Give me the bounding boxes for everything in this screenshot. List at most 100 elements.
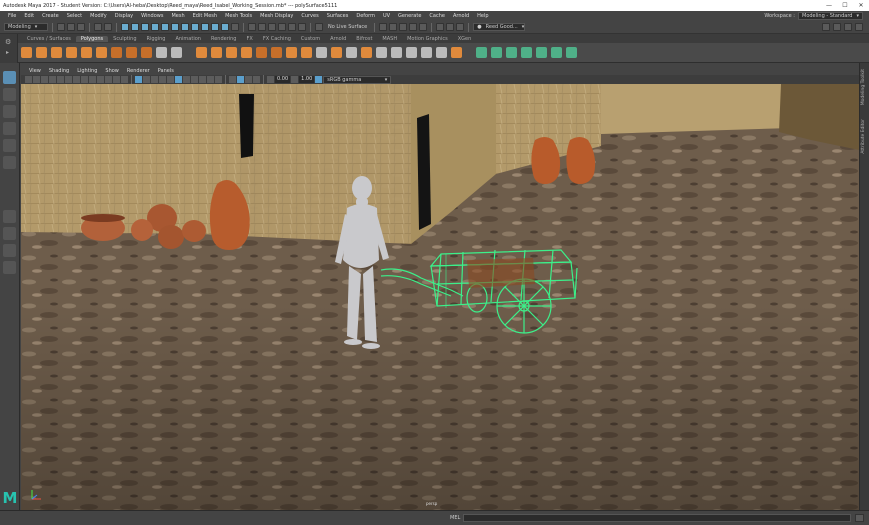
select-curve-icon[interactable]	[201, 23, 209, 31]
select-face-icon[interactable]	[171, 23, 179, 31]
toggle-modeling-toolkit-icon[interactable]	[822, 23, 830, 31]
paint-select-tool-icon[interactable]	[3, 105, 16, 118]
menu-display[interactable]: Display	[111, 13, 137, 19]
new-scene-icon[interactable]	[57, 23, 65, 31]
uv-toolkit-icon[interactable]	[551, 47, 562, 58]
image-plane-icon[interactable]	[49, 76, 56, 83]
cylindrical-map-icon[interactable]	[491, 47, 502, 58]
poly-disc-icon[interactable]	[111, 47, 122, 58]
film-gate-icon[interactable]	[81, 76, 88, 83]
snap-point-icon[interactable]	[268, 23, 276, 31]
xray-joints-icon[interactable]	[245, 76, 252, 83]
spherical-map-icon[interactable]	[506, 47, 517, 58]
menu-surfaces[interactable]: Surfaces	[323, 13, 353, 19]
menu-mesh[interactable]: Mesh	[167, 13, 188, 19]
rotate-tool-icon[interactable]	[3, 139, 16, 152]
render-view-icon[interactable]	[389, 23, 398, 31]
depth-of-field-icon[interactable]	[215, 76, 222, 83]
workspace-dropdown[interactable]: Modeling - Standard ▾	[798, 12, 863, 20]
mel-label[interactable]: MEL	[450, 515, 460, 521]
select-component-icon[interactable]	[141, 23, 149, 31]
exposure-field[interactable]: 0.00	[275, 76, 291, 83]
select-vertex-icon[interactable]	[151, 23, 159, 31]
render-settings-icon[interactable]	[409, 23, 418, 31]
pause-icon[interactable]	[456, 23, 465, 31]
close-button[interactable]: ✕	[853, 2, 869, 9]
shelf-tab-fx[interactable]: FX	[242, 36, 258, 42]
redo-icon[interactable]	[104, 23, 112, 31]
shelf-tab-custom[interactable]: Custom	[296, 36, 325, 42]
menu-arnold[interactable]: Arnold	[449, 13, 473, 19]
uv-editor-icon[interactable]	[536, 47, 547, 58]
ipr-render-icon[interactable]	[399, 23, 408, 31]
wireframe-on-shaded-icon[interactable]	[159, 76, 166, 83]
fill-hole-icon[interactable]	[421, 47, 432, 58]
color-management-icon[interactable]	[315, 76, 323, 83]
shelf-tab-fx-caching[interactable]: FX Caching	[258, 36, 296, 42]
maximize-button[interactable]: ☐	[837, 2, 853, 9]
combine-icon[interactable]	[196, 47, 207, 58]
panel-menu-view[interactable]: View	[25, 68, 45, 74]
panel-menu-show[interactable]: Show	[101, 68, 123, 74]
mirror-icon[interactable]	[286, 47, 297, 58]
snap-curve-icon[interactable]	[258, 23, 266, 31]
select-shell-icon[interactable]	[191, 23, 199, 31]
xray-icon[interactable]	[237, 76, 244, 83]
menu-windows[interactable]: Windows	[137, 13, 167, 19]
isolate-select-icon[interactable]	[229, 76, 236, 83]
outliner-layout-icon[interactable]	[3, 261, 16, 274]
menu-generate[interactable]: Generate	[394, 13, 425, 19]
shelf-tab-rigging[interactable]: Rigging	[142, 36, 171, 42]
planar-map-icon[interactable]	[476, 47, 487, 58]
separate-icon[interactable]	[211, 47, 222, 58]
poly-cube-icon[interactable]	[36, 47, 47, 58]
hypershade-icon[interactable]	[419, 23, 428, 31]
shelf-tab-rendering[interactable]: Rendering	[206, 36, 242, 42]
shelf-tab-polygons[interactable]: Polygons	[75, 35, 109, 42]
menu-curves[interactable]: Curves	[297, 13, 322, 19]
extrude-icon[interactable]	[316, 47, 327, 58]
average-icon[interactable]	[271, 47, 282, 58]
user-account-dropdown[interactable]: ● Reed Good... ▾	[473, 23, 526, 31]
snap-grid-icon[interactable]	[248, 23, 256, 31]
open-scene-icon[interactable]	[67, 23, 75, 31]
poly-pyramid-icon[interactable]	[141, 47, 152, 58]
undo-icon[interactable]	[94, 23, 102, 31]
poly-torus-icon[interactable]	[81, 47, 92, 58]
menu-mesh-tools[interactable]: Mesh Tools	[221, 13, 256, 19]
save-scene-icon[interactable]	[77, 23, 85, 31]
bookmarks-icon[interactable]	[41, 76, 48, 83]
select-uv-icon[interactable]	[181, 23, 189, 31]
script-editor-icon[interactable]	[855, 514, 864, 522]
extract-icon[interactable]	[226, 47, 237, 58]
camera-attributes-icon[interactable]	[33, 76, 40, 83]
transform-tools-icon[interactable]	[446, 23, 455, 31]
two-view-layout-icon[interactable]	[3, 244, 16, 257]
menu-edit-mesh[interactable]: Edit Mesh	[189, 13, 221, 19]
four-view-layout-icon[interactable]	[3, 227, 16, 240]
xray-components-icon[interactable]	[253, 76, 260, 83]
smooth-icon[interactable]	[256, 47, 267, 58]
target-weld-icon[interactable]	[361, 47, 372, 58]
poly-text-icon[interactable]	[156, 47, 167, 58]
menu-cache[interactable]: Cache	[425, 13, 449, 19]
shelf-tab-motion-graphics[interactable]: Motion Graphics	[402, 36, 453, 42]
select-tool-icon[interactable]	[3, 71, 16, 84]
wireframe-icon[interactable]	[135, 76, 142, 83]
gate-mask-icon[interactable]	[97, 76, 104, 83]
append-icon[interactable]	[406, 47, 417, 58]
gamma-icon[interactable]	[291, 76, 299, 83]
input-line-icon[interactable]	[436, 23, 445, 31]
render-frame-icon[interactable]	[379, 23, 388, 31]
poly-sphere-icon[interactable]	[21, 47, 32, 58]
shelf-tab-animation[interactable]: Animation	[170, 36, 206, 42]
modeling-toolkit-tab[interactable]: Modeling Toolkit	[861, 69, 869, 105]
grease-pencil-icon[interactable]	[65, 76, 72, 83]
gamma-field[interactable]: 1.00	[299, 76, 315, 83]
panel-menu-renderer[interactable]: Renderer	[123, 68, 154, 74]
shelf-tab-mash[interactable]: MASH	[377, 36, 402, 42]
textured-icon[interactable]	[167, 76, 174, 83]
snap-surface-icon[interactable]	[288, 23, 296, 31]
default-material-icon[interactable]	[151, 76, 158, 83]
shelf-tab-arnold[interactable]: Arnold	[325, 36, 351, 42]
